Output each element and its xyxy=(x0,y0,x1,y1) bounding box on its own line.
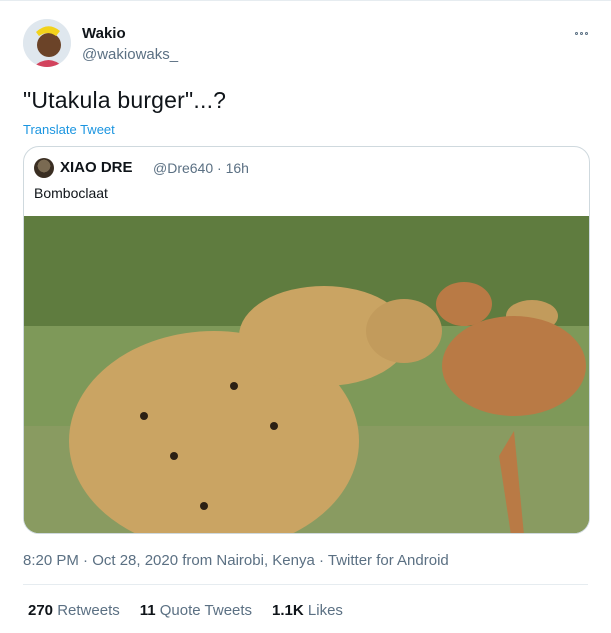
tweet-stats: 270 Retweets 11 Quote Tweets 1.1K Likes xyxy=(28,602,343,619)
author-name[interactable]: Wakio xyxy=(82,25,126,42)
quoted-author-name: XIAO DRE xyxy=(60,159,133,176)
quote-tweets-label: Quote Tweets xyxy=(159,602,253,619)
retweets-count: 270 xyxy=(28,602,54,619)
tweet-timestamp[interactable]: 8:20 PM · Oct 28, 2020 from Nairobi, Ken… xyxy=(23,552,449,569)
more-options-icon[interactable] xyxy=(570,25,592,41)
author-avatar[interactable] xyxy=(23,19,71,67)
quoted-photo[interactable] xyxy=(24,216,589,533)
likes-count: 1.1K xyxy=(272,602,304,619)
retweets-stat[interactable]: 270 Retweets xyxy=(28,602,120,619)
tweet-text: "Utakula burger"...? xyxy=(23,87,227,113)
stats-divider xyxy=(23,584,588,585)
quoted-author-meta: @Dre640 · 16h xyxy=(153,160,249,176)
quoted-text: Bomboclaat xyxy=(34,185,108,201)
likes-stat[interactable]: 1.1K Likes xyxy=(272,602,343,619)
quoted-avatar[interactable] xyxy=(34,158,54,178)
quote-tweets-count: 11 xyxy=(139,602,156,619)
quote-tweets-stat[interactable]: 11 Quote Tweets xyxy=(140,602,252,619)
translate-tweet-link[interactable]: Translate Tweet xyxy=(23,122,115,137)
quoted-tweet[interactable]: XIAO DRE @Dre640 · 16h Bomboclaat xyxy=(23,146,590,534)
author-handle[interactable]: @wakiowaks_ xyxy=(82,46,178,63)
retweets-label: Retweets xyxy=(57,602,120,619)
tweet-card: Wakio @wakiowaks_ "Utakula burger"...? T… xyxy=(0,0,611,633)
likes-label: Likes xyxy=(307,602,343,619)
